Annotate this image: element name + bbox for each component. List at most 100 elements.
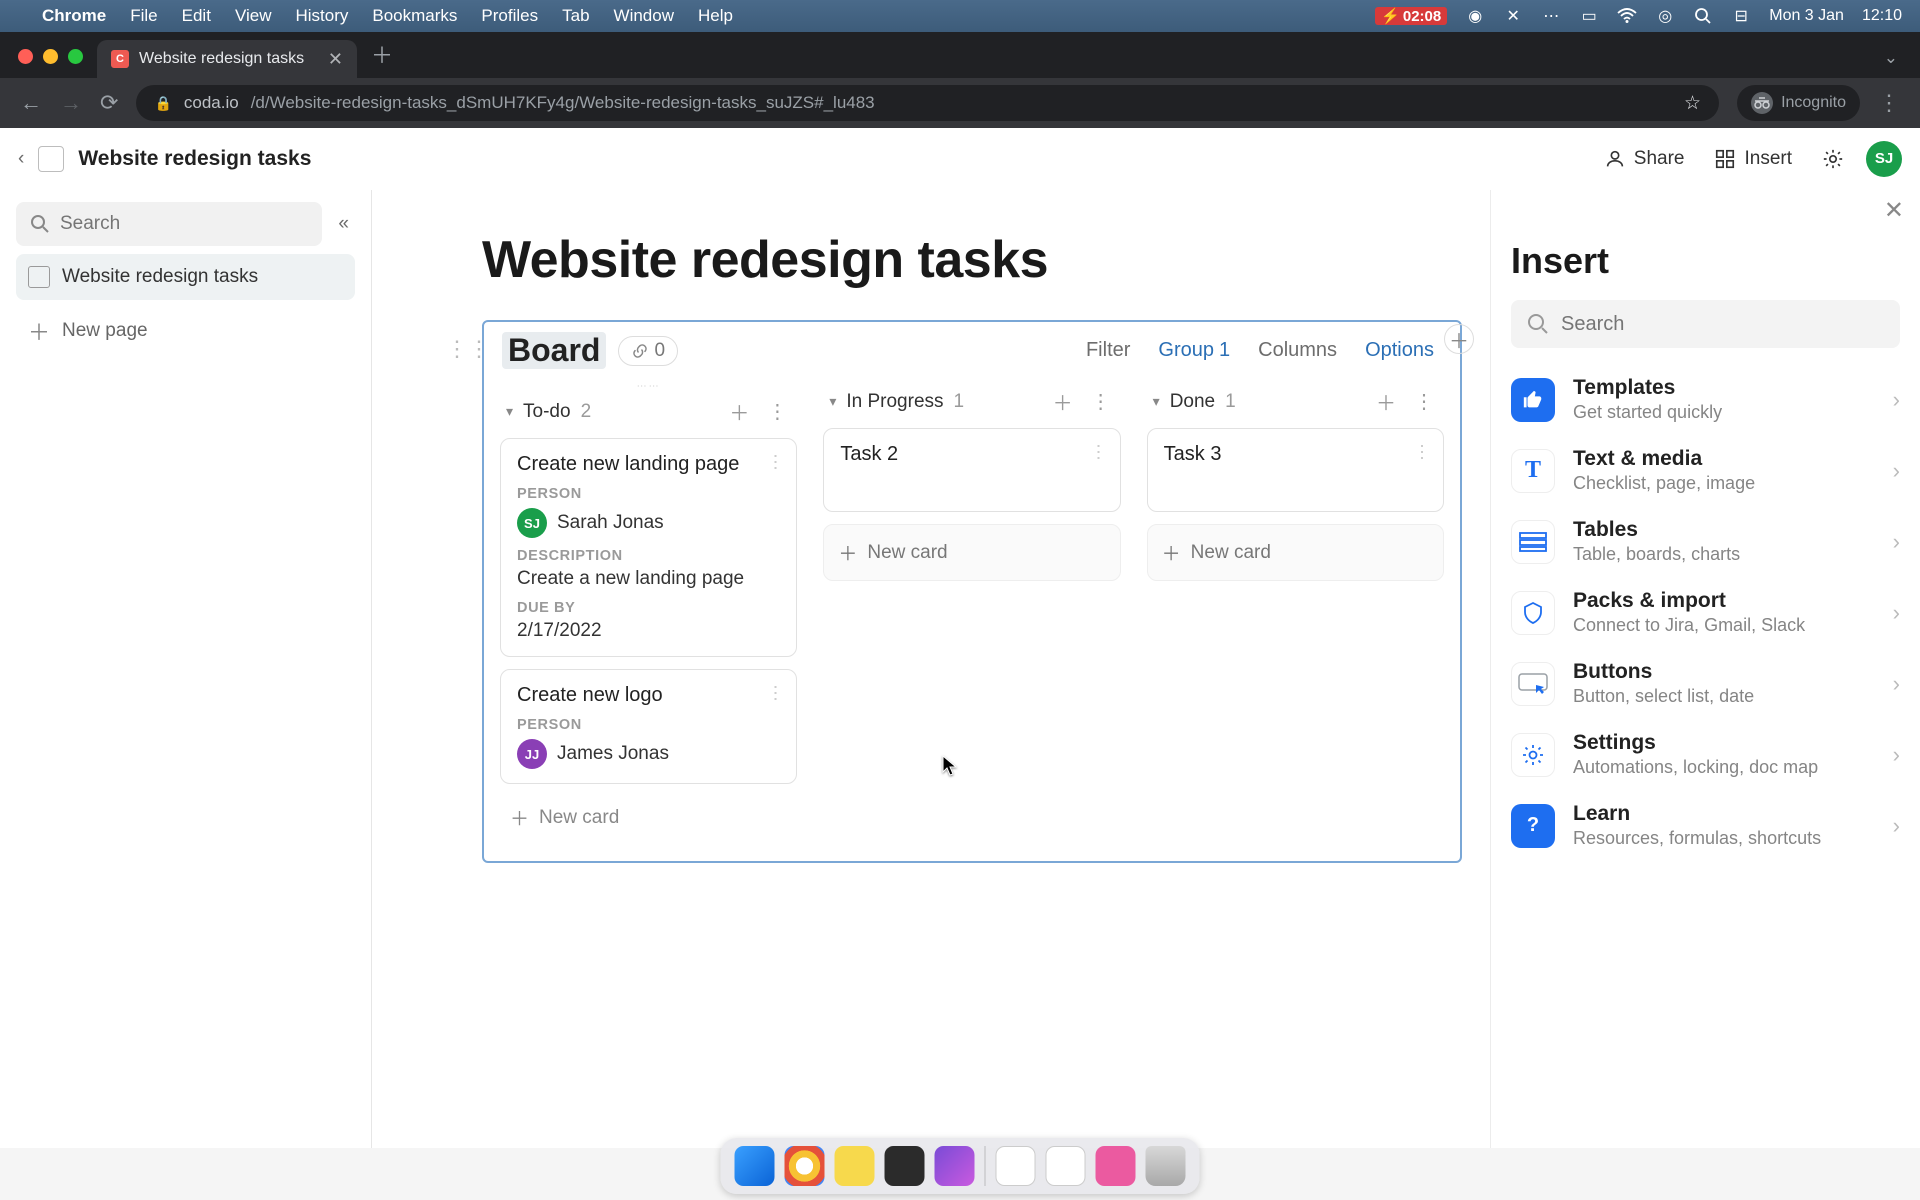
- add-column-button[interactable]: ＋: [1444, 324, 1474, 354]
- insert-search[interactable]: [1511, 300, 1900, 348]
- new-card-button[interactable]: ＋New card: [496, 790, 801, 845]
- insert-item-text-media[interactable]: T Text & media Checklist, page, image ›: [1511, 447, 1900, 494]
- dock-app-5[interactable]: [935, 1146, 975, 1186]
- maximize-window-button[interactable]: [68, 49, 83, 64]
- menu-window[interactable]: Window: [614, 6, 674, 26]
- new-card-button[interactable]: ＋New card: [1147, 524, 1444, 581]
- close-tab-icon[interactable]: ✕: [328, 49, 343, 70]
- reload-button[interactable]: ⟳: [100, 90, 118, 116]
- insert-item-learn[interactable]: ? Learn Resources, formulas, shortcuts ›: [1511, 802, 1900, 849]
- share-button[interactable]: Share: [1596, 142, 1693, 176]
- options-option[interactable]: Options: [1357, 335, 1442, 366]
- card-more-icon[interactable]: ⋯: [764, 453, 786, 471]
- column-add-icon[interactable]: ＋: [1372, 387, 1400, 416]
- chevron-down-icon[interactable]: ▾: [506, 403, 513, 420]
- menu-help[interactable]: Help: [698, 6, 733, 26]
- person-field[interactable]: JJ James Jonas: [517, 739, 780, 769]
- battery-icon[interactable]: ▭: [1579, 6, 1599, 26]
- toggles-icon[interactable]: ⊟: [1731, 6, 1751, 26]
- column-add-icon[interactable]: ＋: [725, 397, 753, 426]
- wifi-icon[interactable]: [1617, 8, 1637, 24]
- column-more-icon[interactable]: ⋮: [763, 399, 791, 424]
- board-card[interactable]: ⋯ Create new logoPERSON JJ James Jonas: [500, 669, 797, 784]
- menu-view[interactable]: View: [235, 6, 272, 26]
- status-icon-3[interactable]: ⋯: [1541, 6, 1561, 26]
- lock-icon[interactable]: 🔒: [154, 95, 171, 112]
- menu-bookmarks[interactable]: Bookmarks: [372, 6, 457, 26]
- insert-search-input[interactable]: [1561, 313, 1884, 336]
- dock-app-7[interactable]: [1046, 1146, 1086, 1186]
- menubar-time[interactable]: 12:10: [1862, 7, 1902, 25]
- columns-option[interactable]: Columns: [1250, 335, 1345, 366]
- column-name[interactable]: Done: [1170, 391, 1215, 413]
- collapse-sidebar-icon[interactable]: «: [332, 213, 355, 235]
- dock-app-terminal[interactable]: [885, 1146, 925, 1186]
- insert-item-tables[interactable]: Tables Table, boards, charts ›: [1511, 518, 1900, 565]
- menu-profiles[interactable]: Profiles: [481, 6, 538, 26]
- board-card[interactable]: ⋯ Create new landing pagePERSON SJ Sarah…: [500, 438, 797, 657]
- card-more-icon[interactable]: ⋯: [764, 684, 786, 702]
- spotlight-icon[interactable]: [1693, 7, 1713, 25]
- filter-option[interactable]: Filter: [1078, 335, 1138, 366]
- doc-title[interactable]: Website redesign tasks: [78, 147, 311, 171]
- dock-app-8[interactable]: [1096, 1146, 1136, 1186]
- back-button[interactable]: ←: [20, 90, 42, 116]
- settings-gear-icon[interactable]: [1814, 142, 1852, 176]
- column-grip-icon[interactable]: ⋯⋯: [496, 381, 801, 391]
- column-name[interactable]: In Progress: [846, 391, 943, 413]
- board-card[interactable]: ⋯ Task 3: [1147, 428, 1444, 512]
- browser-tab[interactable]: C Website redesign tasks ✕: [97, 40, 357, 78]
- new-tab-button[interactable]: ＋: [357, 38, 407, 70]
- dock-app-notes[interactable]: [835, 1146, 875, 1186]
- insert-item-settings[interactable]: Settings Automations, locking, doc map ›: [1511, 731, 1900, 778]
- menubar-date[interactable]: Mon 3 Jan: [1769, 7, 1844, 25]
- column-more-icon[interactable]: ⋮: [1087, 389, 1115, 414]
- dock-app-finder[interactable]: [735, 1146, 775, 1186]
- sidebar-page-item[interactable]: Website redesign tasks: [16, 254, 355, 300]
- menubar-app-name[interactable]: Chrome: [42, 6, 106, 26]
- battery-indicator[interactable]: ⚡02:08: [1375, 7, 1447, 25]
- column-name[interactable]: To-do: [523, 401, 571, 423]
- dock-trash[interactable]: [1146, 1146, 1186, 1186]
- chevron-down-icon[interactable]: ▾: [1153, 393, 1160, 410]
- insert-item-packs-import[interactable]: Packs & import Connect to Jira, Gmail, S…: [1511, 589, 1900, 636]
- menu-history[interactable]: History: [295, 6, 348, 26]
- tab-overflow-icon[interactable]: ⌄: [1862, 48, 1920, 78]
- board-card[interactable]: ⋯ Task 2: [823, 428, 1120, 512]
- card-more-icon[interactable]: ⋯: [1411, 443, 1433, 461]
- insert-item-templates[interactable]: Templates Get started quickly ›: [1511, 376, 1900, 423]
- insert-item-buttons[interactable]: Buttons Button, select list, date ›: [1511, 660, 1900, 707]
- minimize-window-button[interactable]: [43, 49, 58, 64]
- sidebar-search[interactable]: [16, 202, 322, 246]
- page-title[interactable]: Website redesign tasks: [482, 230, 1462, 290]
- person-field[interactable]: SJ Sarah Jonas: [517, 508, 780, 538]
- status-icon-2[interactable]: ✕: [1503, 6, 1523, 26]
- close-window-button[interactable]: [18, 49, 33, 64]
- dock-app-6[interactable]: [996, 1146, 1036, 1186]
- control-center-icon[interactable]: ◎: [1655, 6, 1675, 26]
- chevron-down-icon[interactable]: ▾: [829, 393, 836, 410]
- status-icon-1[interactable]: ◉: [1465, 6, 1485, 26]
- board-title[interactable]: Board: [502, 332, 606, 369]
- column-add-icon[interactable]: ＋: [1049, 387, 1077, 416]
- column-more-icon[interactable]: ⋮: [1410, 389, 1438, 414]
- chrome-menu-icon[interactable]: ⋮: [1878, 90, 1900, 116]
- dock-app-chrome[interactable]: [785, 1146, 825, 1186]
- board-link-count[interactable]: 0: [618, 336, 678, 366]
- group-option[interactable]: Group1: [1150, 335, 1238, 366]
- address-bar[interactable]: 🔒 coda.io/d/Website-redesign-tasks_dSmUH…: [136, 85, 1719, 121]
- new-card-button[interactable]: ＋New card: [823, 524, 1120, 581]
- sidebar-new-page[interactable]: ＋ New page: [16, 308, 355, 354]
- menu-edit[interactable]: Edit: [182, 6, 211, 26]
- sidebar-search-input[interactable]: [60, 213, 308, 235]
- card-more-icon[interactable]: ⋯: [1088, 443, 1110, 461]
- insert-button[interactable]: Insert: [1706, 142, 1800, 176]
- forward-button[interactable]: →: [60, 90, 82, 116]
- close-panel-icon[interactable]: ✕: [1884, 196, 1904, 225]
- user-avatar[interactable]: SJ: [1866, 141, 1902, 177]
- doc-back-icon[interactable]: ‹: [18, 148, 24, 170]
- incognito-badge[interactable]: Incognito: [1737, 85, 1860, 121]
- bookmark-star-icon[interactable]: ☆: [1684, 92, 1701, 115]
- menu-tab[interactable]: Tab: [562, 6, 589, 26]
- menu-file[interactable]: File: [130, 6, 157, 26]
